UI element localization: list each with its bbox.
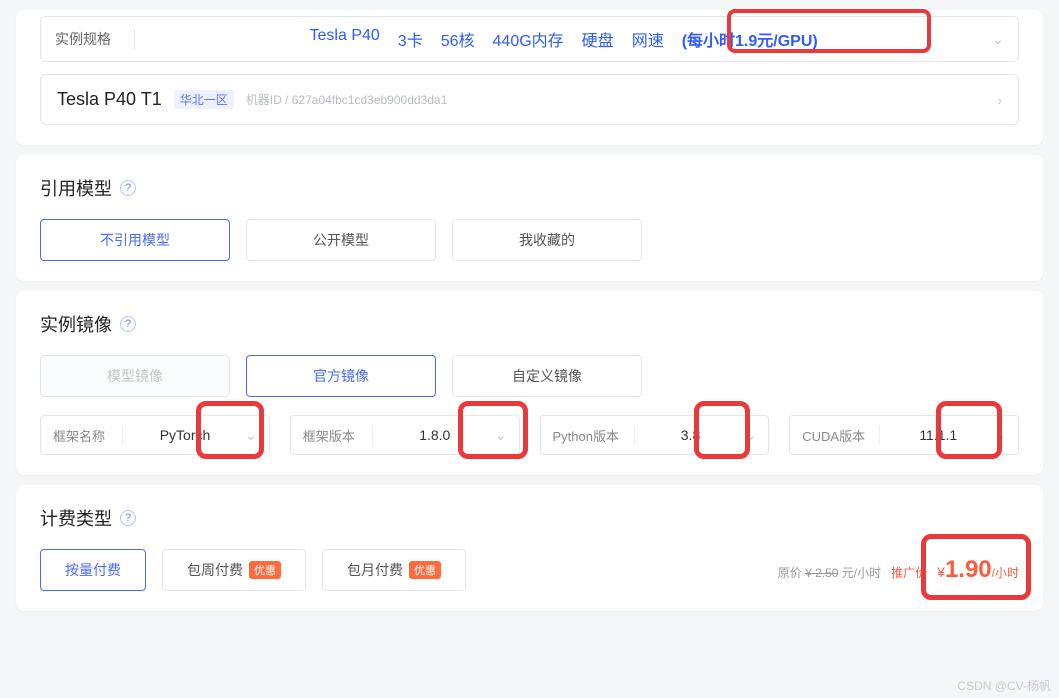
- spec-items: Tesla P40 3卡 56核 440G内存 硬盘 网速 (每小时1.9元/G…: [135, 27, 992, 51]
- spec-price: (每小时1.9元/GPU): [682, 27, 818, 51]
- select-cuda-version[interactable]: CUDA版本 11.1.1 ⌄: [789, 415, 1019, 455]
- help-icon[interactable]: ?: [120, 510, 136, 526]
- spec-cores: 56核: [441, 27, 475, 51]
- promo-label: 推广价: [891, 564, 927, 581]
- spec-disk: 硬盘: [582, 27, 614, 51]
- spec-row[interactable]: 实例规格 Tesla P40 3卡 56核 440G内存 硬盘 网速 (每小时1…: [40, 16, 1019, 62]
- image-panel: 实例镜像 ? 模型镜像 官方镜像 自定义镜像 框架名称 PyTorch ⌄ 框架…: [16, 291, 1043, 475]
- original-price: 原价 ¥ 2.50 元/小时: [778, 564, 881, 581]
- tab-no-model[interactable]: 不引用模型: [40, 219, 230, 261]
- billing-panel: 计费类型 ? 按量付费 包周付费 优惠 包月付费 优惠 原价 ¥ 2.50 元/…: [16, 485, 1043, 611]
- region-badge: 华北一区: [174, 90, 234, 109]
- select-framework-value: PyTorch: [133, 427, 237, 443]
- instance-title: Tesla P40 T1: [57, 89, 162, 110]
- promo-price: ¥1.90/小时: [937, 556, 1019, 584]
- instance-row[interactable]: Tesla P40 T1 华北一区 机器ID / 627a04fbc1cd3eb…: [40, 74, 1019, 125]
- discount-badge: 优惠: [249, 561, 281, 579]
- tab-public-model[interactable]: 公开模型: [246, 219, 436, 261]
- billing-pay-as-you-go[interactable]: 按量付费: [40, 549, 146, 591]
- spec-gpu: Tesla P40: [310, 27, 380, 51]
- spec-mem: 440G内存: [493, 27, 564, 51]
- select-python-value: 3.8: [645, 427, 737, 443]
- tab-model-image[interactable]: 模型镜像: [40, 355, 230, 397]
- spec-net: 网速: [632, 27, 664, 51]
- spec-label: 实例规格: [55, 29, 135, 49]
- select-cuda-value: 11.1.1: [890, 427, 986, 443]
- spec-cards: 3卡: [398, 27, 423, 51]
- watermark: CSDN @CV-杨帆: [957, 677, 1051, 694]
- select-fw-version-value: 1.8.0: [383, 427, 487, 443]
- model-ref-panel: 引用模型 ? 不引用模型 公开模型 我收藏的: [16, 155, 1043, 281]
- select-framework[interactable]: 框架名称 PyTorch ⌄: [40, 415, 270, 455]
- help-icon[interactable]: ?: [120, 180, 136, 196]
- price-area: 原价 ¥ 2.50 元/小时 推广价 ¥1.90/小时: [778, 556, 1019, 584]
- billing-weekly[interactable]: 包周付费 优惠: [162, 549, 306, 591]
- chevron-down-icon: ⌄: [495, 427, 507, 444]
- chevron-down-icon: ⌄: [994, 427, 1006, 444]
- machine-id: 机器ID / 627a04fbc1cd3eb900dd3da1: [246, 91, 448, 108]
- chevron-down-icon: ⌄: [992, 31, 1004, 48]
- select-python-version[interactable]: Python版本 3.8 ⌄: [540, 415, 770, 455]
- model-ref-title: 引用模型 ?: [40, 175, 1019, 201]
- discount-badge: 优惠: [409, 561, 441, 579]
- select-fw-version[interactable]: 框架版本 1.8.0 ⌄: [290, 415, 520, 455]
- chevron-right-icon: ›: [997, 92, 1002, 108]
- tab-custom-image[interactable]: 自定义镜像: [452, 355, 642, 397]
- billing-title: 计费类型 ?: [40, 505, 1019, 531]
- chevron-down-icon: ⌄: [745, 427, 757, 444]
- image-title: 实例镜像 ?: [40, 311, 1019, 337]
- chevron-down-icon: ⌄: [245, 427, 257, 444]
- billing-monthly[interactable]: 包月付费 优惠: [322, 549, 466, 591]
- tab-fav-model[interactable]: 我收藏的: [452, 219, 642, 261]
- tab-official-image[interactable]: 官方镜像: [246, 355, 436, 397]
- help-icon[interactable]: ?: [120, 316, 136, 332]
